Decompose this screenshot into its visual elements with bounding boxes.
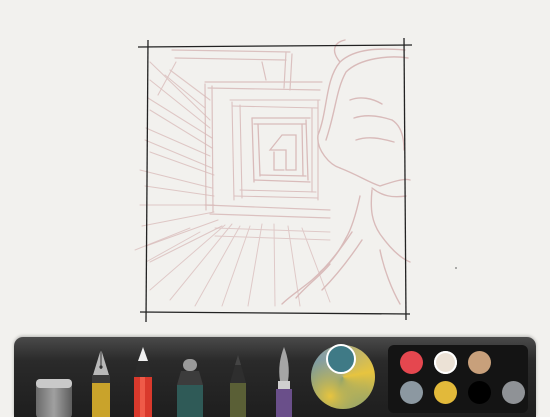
pencil-tool[interactable]	[131, 347, 155, 417]
current-color-indicator[interactable]	[326, 344, 356, 374]
watercolor-brush-tool[interactable]	[272, 347, 296, 417]
color-swatch[interactable]	[400, 381, 423, 404]
color-swatch[interactable]	[434, 351, 457, 374]
marker-tool[interactable]	[173, 351, 207, 417]
color-swatch[interactable]	[502, 381, 525, 404]
fountain-pen-icon	[92, 349, 110, 417]
fineliner-icon	[230, 355, 246, 417]
swatch-panel	[388, 345, 528, 413]
sketch-drawing	[134, 39, 457, 307]
brush-icon	[276, 347, 292, 417]
marker-icon	[177, 359, 203, 417]
eraser-tool[interactable]	[34, 371, 74, 417]
color-swatch[interactable]	[434, 381, 457, 404]
fineliner-tool[interactable]	[226, 351, 250, 417]
eraser-icon	[36, 379, 72, 417]
color-swatch[interactable]	[468, 381, 491, 404]
color-swatch[interactable]	[400, 351, 423, 374]
fountain-pen-tool[interactable]	[89, 347, 113, 417]
pencil-icon	[134, 347, 152, 417]
color-swatch[interactable]	[468, 351, 491, 374]
